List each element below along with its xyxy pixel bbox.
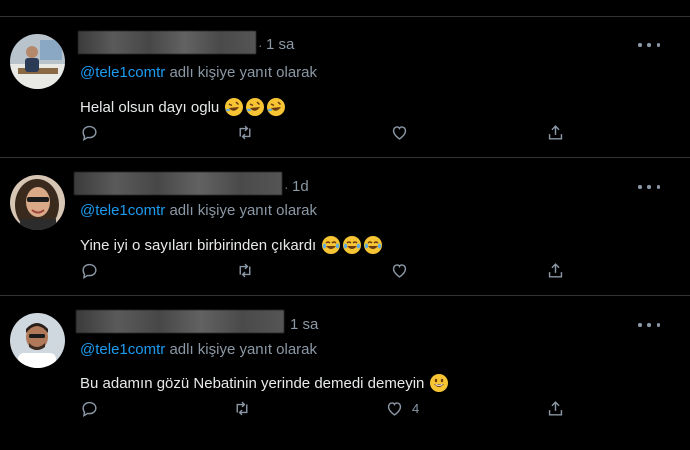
retweet-icon [239, 263, 251, 278]
blurred-username [78, 31, 256, 54]
reply-context: @tele1comtr adlı kişiye yanıt olarak [80, 202, 317, 219]
more-options-icon[interactable] [638, 317, 660, 333]
retweet-button[interactable] [235, 123, 255, 142]
avatar[interactable] [10, 313, 65, 368]
more-options-icon[interactable] [638, 37, 660, 53]
more-options-icon[interactable] [638, 179, 660, 195]
like-count: 4 [412, 401, 420, 416]
tweet-actions [0, 123, 690, 147]
blurred-username [76, 310, 284, 333]
tweet-actions [0, 261, 690, 285]
tweet-text-body: Bu adamın gözü Nebatinin yerinde demedi … [80, 374, 425, 392]
reply-context-label: adlı kişiye yanıt olarak [169, 64, 318, 81]
tweet[interactable]: · 1 sa @tele1comtr adlı kişiye yanıt ola… [0, 17, 690, 158]
tweet-time[interactable]: 1 sa [290, 316, 318, 333]
tears-of-joy-emoji [364, 236, 383, 254]
tweet[interactable]: · 1d @tele1comtr adlı kişiye yanıt olara… [0, 158, 690, 296]
like-button[interactable] [390, 123, 417, 142]
reply-handle-link[interactable]: @tele1comtr [80, 202, 165, 219]
reply-context: @tele1comtr adlı kişiye yanıt olarak [80, 341, 317, 358]
like-button[interactable] [390, 261, 417, 280]
emoji-group [429, 373, 449, 393]
reply-icon [82, 125, 97, 142]
separator-dot: · [284, 179, 289, 195]
retweet-button[interactable] [232, 399, 252, 418]
tweet-time[interactable]: 1d [292, 178, 309, 195]
tweet-text: Yine iyi o sayıları birbirinden çıkardı [80, 235, 383, 255]
reply-button[interactable] [80, 123, 99, 142]
separator-dot: · [258, 37, 263, 53]
rolling-laughing-emoji [225, 98, 244, 116]
retweet-icon [236, 401, 248, 416]
reply-icon [82, 263, 97, 280]
grinning-emoji [430, 374, 449, 392]
reply-handle-link[interactable]: @tele1comtr [80, 341, 165, 358]
emoji-group [224, 97, 286, 117]
retweet-button[interactable] [235, 261, 255, 280]
share-button[interactable] [546, 123, 565, 142]
share-button[interactable] [546, 399, 565, 418]
blurred-username [74, 172, 282, 195]
share-icon [548, 263, 563, 278]
like-icon [387, 402, 402, 416]
tweet-actions: 4 [0, 399, 690, 423]
share-icon [548, 401, 563, 416]
reply-feed: · 1 sa @tele1comtr adlı kişiye yanıt ola… [0, 17, 690, 446]
retweet-icon [239, 125, 251, 140]
reply-button[interactable] [80, 399, 99, 418]
share-icon [548, 125, 563, 140]
reply-icon [82, 401, 97, 418]
tweet-time[interactable]: 1 sa [266, 36, 294, 53]
reply-context-label: adlı kişiye yanıt olarak [169, 202, 318, 219]
rolling-laughing-emoji [246, 98, 265, 116]
share-button[interactable] [546, 261, 565, 280]
like-icon [392, 126, 407, 140]
avatar[interactable] [10, 34, 65, 89]
like-button[interactable]: 4 [385, 399, 419, 418]
tweet-text: Bu adamın gözü Nebatinin yerinde demedi … [80, 373, 449, 393]
avatar[interactable] [10, 175, 65, 230]
reply-button[interactable] [80, 261, 99, 280]
tears-of-joy-emoji [322, 236, 341, 254]
tweet[interactable]: 1 sa @tele1comtr adlı kişiye yanıt olara… [0, 296, 690, 446]
tweet-text-body: Helal olsun dayı oglu [80, 98, 220, 116]
reply-context: @tele1comtr adlı kişiye yanıt olarak [80, 64, 317, 81]
like-icon [392, 264, 407, 278]
tears-of-joy-emoji [343, 236, 362, 254]
rolling-laughing-emoji [267, 98, 286, 116]
tweet-text-body: Yine iyi o sayıları birbirinden çıkardı [80, 236, 317, 254]
reply-context-label: adlı kişiye yanıt olarak [169, 341, 318, 358]
emoji-group [321, 235, 383, 255]
reply-handle-link[interactable]: @tele1comtr [80, 64, 165, 81]
tweet-text: Helal olsun dayı oglu [80, 97, 286, 117]
